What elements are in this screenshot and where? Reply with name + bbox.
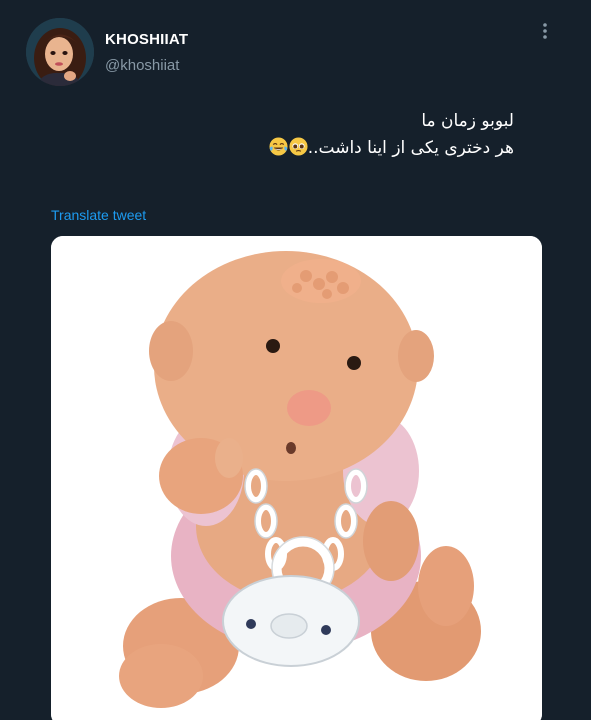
tweet-text-line-2: هر دختری یکی از اینا داشت.. — [114, 135, 514, 162]
tweet-media-image[interactable] — [51, 236, 542, 720]
tweet-text-line-1: لبوبو زمان ما — [421, 111, 514, 131]
baby-doll-with-pacifier — [51, 236, 542, 720]
author-display-name[interactable]: KHOSHIIAT — [105, 31, 188, 48]
tweet-text: لبوبو زمان ما هر دختری یکی از اینا داشت.… — [114, 108, 514, 162]
more-vertical-icon — [543, 23, 547, 39]
avatar-icon — [26, 18, 94, 86]
translate-tweet-link[interactable]: Translate tweet — [51, 207, 146, 223]
tweet-text-line-2-text: هر دختری یکی از اینا داشت.. — [307, 138, 514, 158]
tweet-card: KHOSHIIAT @khoshiiat لبوبو زمان ما هر دخ… — [0, 0, 591, 720]
pleading-face-emoji — [289, 137, 308, 156]
more-options-button[interactable] — [532, 18, 558, 44]
author-handle[interactable]: @khoshiiat — [105, 57, 179, 74]
avatar[interactable] — [26, 18, 94, 86]
tears-of-joy-emoji — [269, 137, 288, 156]
